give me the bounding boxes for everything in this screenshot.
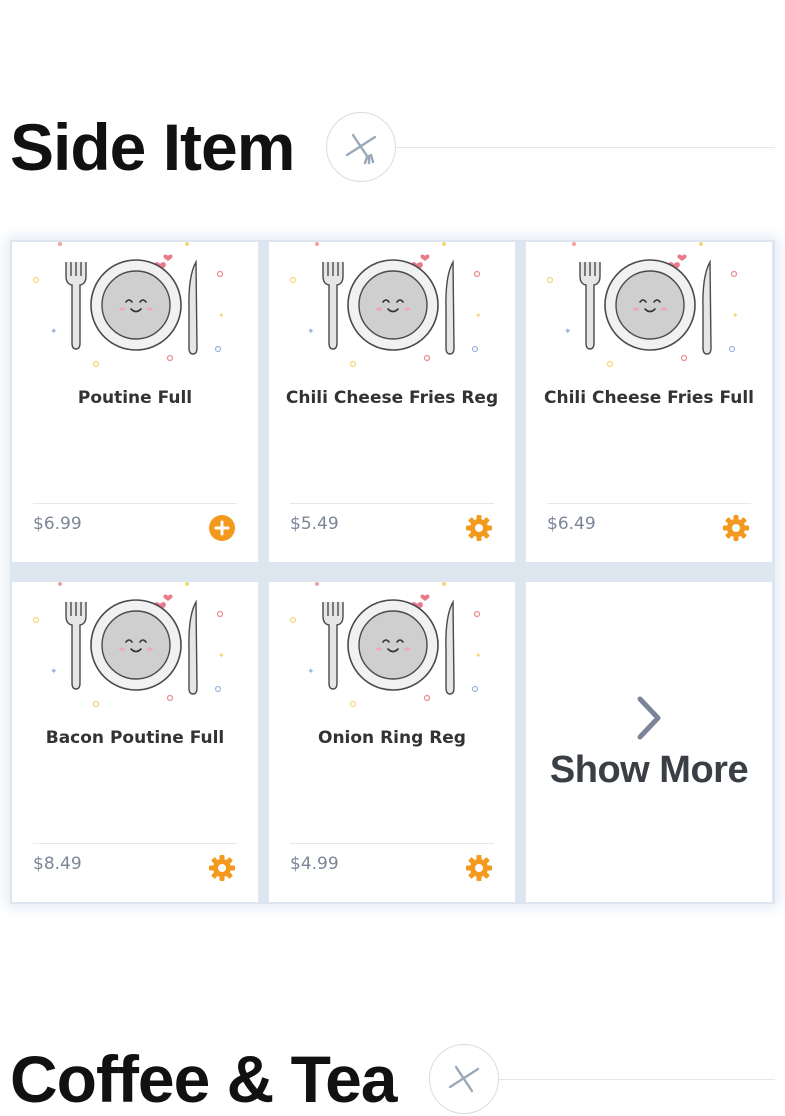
plate-placeholder-image — [32, 582, 226, 708]
section-divider — [498, 1078, 775, 1080]
menu-item-card[interactable]: Bacon Poutine Full $8.49 — [12, 582, 258, 902]
item-name: Poutine Full — [77, 388, 193, 408]
show-more-label: Show More — [549, 748, 749, 791]
item-name: Chili Cheese Fries Reg — [285, 388, 499, 408]
card-divider — [290, 503, 494, 504]
section-header-coffee-tea: Coffee & Tea — [10, 1044, 775, 1114]
chevron-right-icon — [637, 696, 661, 739]
menu-item-card[interactable]: Poutine Full $6.99 — [12, 242, 258, 562]
item-name: Onion Ring Reg — [318, 728, 466, 748]
item-price: $4.99 — [290, 854, 339, 874]
item-price: $6.99 — [33, 514, 82, 534]
customize-gear-icon[interactable] — [208, 854, 236, 882]
menu-item-card[interactable]: Chili Cheese Fries Full $6.49 — [526, 242, 772, 562]
section-title: Side Item — [10, 110, 295, 184]
item-name: Bacon Poutine Full — [45, 728, 225, 748]
show-more-button[interactable]: Show More — [526, 582, 772, 902]
plate-placeholder-image — [289, 242, 483, 368]
card-divider — [547, 503, 751, 504]
add-icon[interactable] — [208, 514, 236, 542]
item-price: $5.49 — [290, 514, 339, 534]
customize-gear-icon[interactable] — [722, 514, 750, 542]
fork-knife-icon — [326, 112, 397, 182]
fork-knife-icon — [428, 1044, 499, 1114]
section-title: Coffee & Tea — [10, 1042, 398, 1116]
item-price: $8.49 — [33, 854, 82, 874]
card-divider — [290, 843, 494, 844]
item-name: Chili Cheese Fries Full — [543, 388, 754, 408]
customize-gear-icon[interactable] — [465, 514, 493, 542]
menu-item-card[interactable]: Onion Ring Reg $4.99 — [269, 582, 515, 902]
plate-placeholder-image — [32, 242, 226, 368]
menu-item-card[interactable]: Chili Cheese Fries Reg $5.49 — [269, 242, 515, 562]
section-divider — [396, 146, 775, 148]
item-price: $6.49 — [547, 514, 596, 534]
plate-placeholder-image — [289, 582, 483, 708]
section-header-side-item: Side Item — [10, 112, 775, 182]
item-grid: Poutine Full $6.99 Chili Cheese Fries Re… — [10, 240, 775, 904]
plate-placeholder-image — [546, 242, 740, 368]
customize-gear-icon[interactable] — [465, 854, 493, 882]
card-divider — [33, 843, 237, 844]
card-divider — [33, 503, 237, 504]
